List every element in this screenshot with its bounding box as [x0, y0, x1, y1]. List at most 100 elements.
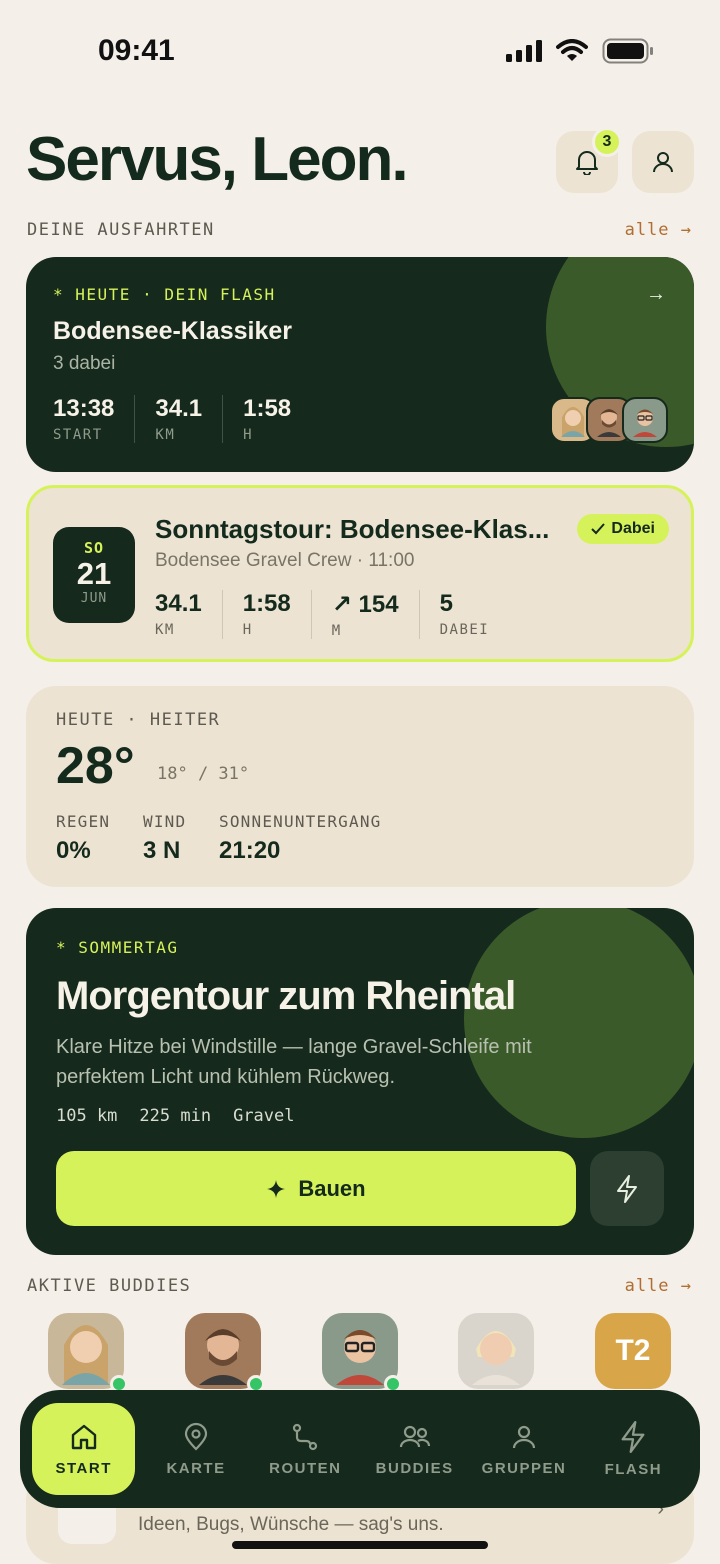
group-icon [512, 1425, 536, 1448]
stat-label: DABEI [439, 622, 490, 638]
weather-item-label: REGEN [56, 812, 111, 831]
tab-karte[interactable]: KARTE [141, 1403, 250, 1495]
buddy-avatar[interactable] [48, 1313, 128, 1393]
suggestion-distance: 105 km [56, 1106, 118, 1126]
weather-item-value: 3 N [143, 837, 181, 864]
weather-item-value: 21:20 [219, 837, 281, 864]
weather-card: HEUTE · HEITER 28° 18° / 31° REGEN 0% WI… [26, 686, 694, 887]
weather-item-label: SONNENUNTERGANG [219, 812, 382, 831]
stat-participants: 5 DABEI [440, 590, 510, 639]
person-avatar-icon [633, 409, 657, 437]
person-avatar-icon [561, 407, 585, 437]
signal-icon [506, 40, 542, 62]
tour-date-weekday: SO [83, 539, 105, 557]
decorative-circle [464, 908, 694, 1138]
stat-value: 13:38 [53, 395, 115, 422]
flash-ride-participants: 3 dabei [53, 353, 116, 374]
flash-ride-title: Bodensee-Klassiker [53, 317, 293, 345]
flash-ride-stats: 13:38 START 34.1 KM 1:58 H [53, 395, 331, 443]
person-avatar-icon [199, 1329, 247, 1385]
stat-value: 34.1 [155, 590, 202, 617]
battery-icon [602, 38, 653, 64]
weather-item-label: WIND [143, 812, 187, 831]
tab-buddies[interactable]: BUDDIES [360, 1403, 469, 1495]
tab-flash[interactable]: FLASH [579, 1403, 688, 1495]
stat-elevation: ↗ 154 M [332, 590, 420, 639]
tour-date: SO 21 JUN [53, 527, 135, 623]
tab-label: START [55, 1459, 112, 1477]
tour-date-day: 21 [76, 556, 112, 591]
status-icons [506, 38, 654, 64]
buddy-avatar[interactable] [458, 1313, 534, 1389]
status-badge: Dabei [577, 514, 669, 544]
stat-label: H [243, 427, 254, 443]
stat-label: KM [155, 622, 175, 638]
notification-badge: 3 [592, 127, 622, 157]
tab-label: ROUTEN [269, 1459, 342, 1477]
stat-label: KM [155, 427, 176, 443]
tour-card[interactable]: SO 21 JUN Sonntagstour: Bodensee-Klas...… [26, 485, 694, 662]
stat-distance: 34.1 KM [155, 590, 223, 639]
flash-ride-card[interactable]: * HEUTE · DEIN FLASH → Bodensee-Klassike… [26, 257, 694, 472]
stat-label: M [331, 623, 342, 639]
buddy-avatar-initials[interactable]: T2 [595, 1313, 671, 1389]
status-badge-label: Dabei [611, 520, 655, 537]
home-indicator [232, 1541, 488, 1549]
stat-start: 13:38 START [53, 395, 136, 443]
flash-icon [621, 1420, 645, 1453]
tab-label: KARTE [166, 1459, 226, 1477]
weather-sunset: SONNENUNTERGANG 21:20 [219, 812, 382, 865]
tab-gruppen[interactable]: GRUPPEN [469, 1403, 578, 1495]
suggestion-meta: 105 km 225 min Gravel [56, 1106, 295, 1126]
check-icon [591, 523, 606, 535]
wifi-icon [556, 39, 588, 61]
buddies-see-all-link[interactable]: alle → [625, 1276, 692, 1296]
page-title: Servus, Leon. [26, 125, 409, 194]
profile-button[interactable] [632, 131, 694, 193]
suggestion-description: Klare Hitze bei Windstille — lange Grave… [56, 1036, 532, 1088]
buddies-list: T2 [48, 1313, 672, 1393]
stat-value: 5 [439, 590, 453, 617]
map-pin-icon [184, 1422, 208, 1451]
arrow-right-icon[interactable]: → [646, 283, 666, 306]
buddy-avatar[interactable] [185, 1313, 265, 1393]
tab-start[interactable]: START [32, 1403, 136, 1495]
stat-label: H [242, 622, 253, 638]
rides-section-label: DEINE AUSFAHRTEN [27, 220, 215, 240]
person-avatar-icon [336, 1330, 384, 1385]
user-icon [653, 152, 673, 173]
stat-value: 1:58 [243, 395, 292, 422]
buddy-avatar[interactable] [322, 1313, 402, 1393]
flash-button[interactable] [590, 1151, 664, 1226]
tour-title: Sonntagstour: Bodensee-Klas... [155, 514, 550, 544]
bell-icon [576, 151, 598, 175]
weather-kicker: HEUTE · HEITER [56, 710, 221, 730]
route-icon [293, 1423, 318, 1450]
stat-label: START [53, 427, 103, 443]
flash-ride-kicker: * HEUTE · DEIN FLASH [53, 285, 276, 304]
tour-stats: 34.1 KM 1:58 H ↗ 154 M 5 DABEI [155, 590, 529, 639]
status-time: 09:41 [98, 34, 175, 67]
notifications-button[interactable]: 3 [556, 127, 622, 193]
stat-value: 34.1 [155, 395, 203, 422]
rides-see-all-link[interactable]: alle → [625, 220, 692, 240]
avatar [622, 397, 668, 443]
build-button[interactable]: Bauen [56, 1151, 576, 1226]
stat-distance: 34.1 KM [155, 395, 224, 443]
person-avatar-icon [62, 1325, 110, 1385]
tour-subtitle: Bodensee Gravel Crew · 11:00 [155, 550, 415, 571]
tab-label: FLASH [604, 1460, 663, 1478]
person-avatar-icon [597, 409, 621, 437]
participant-avatars [550, 397, 668, 443]
suggestion-duration: 225 min [139, 1106, 212, 1126]
tab-routen[interactable]: ROUTEN [251, 1403, 360, 1495]
weather-temperature: 28° [56, 737, 135, 795]
tab-label: GRUPPEN [481, 1459, 567, 1477]
tab-label: BUDDIES [375, 1459, 454, 1477]
suggestion-title: Morgentour zum Rheintal [56, 974, 516, 1018]
stat-value: 1:58 [242, 590, 291, 617]
stat-duration: 1:58 H [243, 590, 312, 639]
stat-value: ↗ 154 [331, 591, 399, 618]
sparkle-icon [267, 1179, 286, 1198]
weather-rain: REGEN 0% [56, 812, 110, 865]
